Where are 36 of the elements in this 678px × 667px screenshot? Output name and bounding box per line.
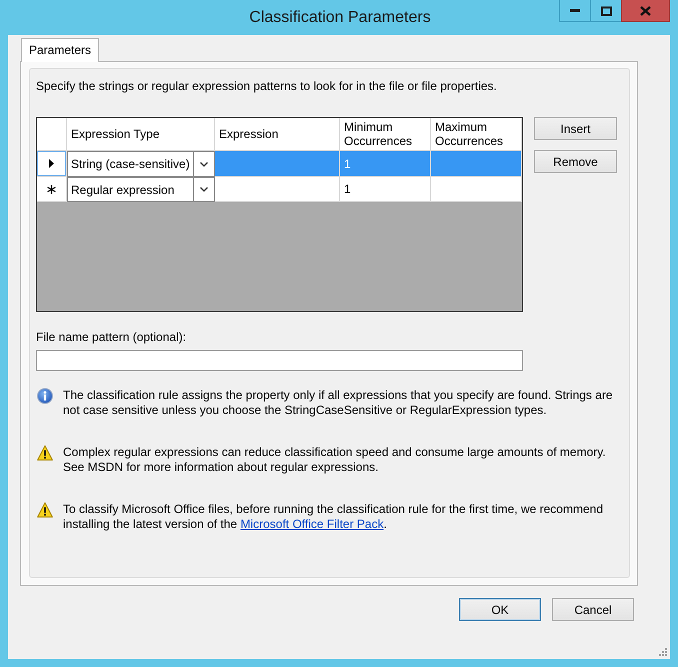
row-header[interactable] <box>37 177 67 202</box>
column-header[interactable]: Expression Type <box>67 118 215 151</box>
field-label: File name pattern (optional): <box>36 330 186 345</box>
close-button[interactable] <box>621 0 670 22</box>
grid-action-button[interactable]: Insert <box>534 117 617 140</box>
dialog-button[interactable]: Cancel <box>552 598 634 621</box>
row-header[interactable] <box>37 151 67 177</box>
note-text: To classify Microsoft Office files, before running the classification rule for the first time, we recommend installing the latest version of the Microsoft Office Filter Pack. <box>63 502 604 532</box>
chevron-icon <box>200 162 208 166</box>
note-text: The classification rule assigns the property only if all expressions that you specify are found. Strings are not case sensitive unless you choose the StringCaseSensitive or RegularExpression types. <box>63 388 614 418</box>
minimize-button[interactable] <box>559 0 590 22</box>
window-title: Classification Parameters <box>249 8 431 28</box>
resize-grip-icon[interactable] <box>658 647 667 656</box>
description-text: Specify the strings or regular expression patterns to look for in the file or file properties. <box>36 79 497 94</box>
maximize-icon <box>600 6 612 16</box>
maximize-button[interactable] <box>590 0 621 22</box>
table-cell[interactable] <box>215 177 340 202</box>
header-corner <box>37 118 67 151</box>
dialog-button[interactable]: OK <box>459 598 541 621</box>
grid-row[interactable]: String (case-sensitive) 1 <box>37 151 522 177</box>
note-text: Complex regular expressions can reduce classification speed and consume large amounts of memory. See MSDN for more information about regular expressions. <box>63 445 607 475</box>
grid-action-button[interactable]: Remove <box>534 150 617 173</box>
type-combobox[interactable]: Regular expression <box>67 177 215 202</box>
column-header[interactable]: Minimum Occurrences <box>340 118 431 151</box>
chevron-icon <box>200 187 208 192</box>
column-header[interactable]: Maximum Occurrences <box>431 118 522 151</box>
type-combobox[interactable]: String (case-sensitive) <box>67 151 215 177</box>
close-icon <box>640 6 651 16</box>
filter-pack-link[interactable]: Microsoft Office Filter Pack <box>240 517 384 531</box>
file-name-pattern-field[interactable] <box>36 350 523 371</box>
table-cell[interactable]: 1 <box>340 177 431 202</box>
tab[interactable]: Parameters <box>21 38 100 62</box>
table-cell[interactable] <box>431 177 522 202</box>
grid-row[interactable]: Regular expression 1 <box>37 177 522 202</box>
column-header[interactable]: Expression <box>215 118 340 151</box>
minimize-icon <box>570 9 580 12</box>
